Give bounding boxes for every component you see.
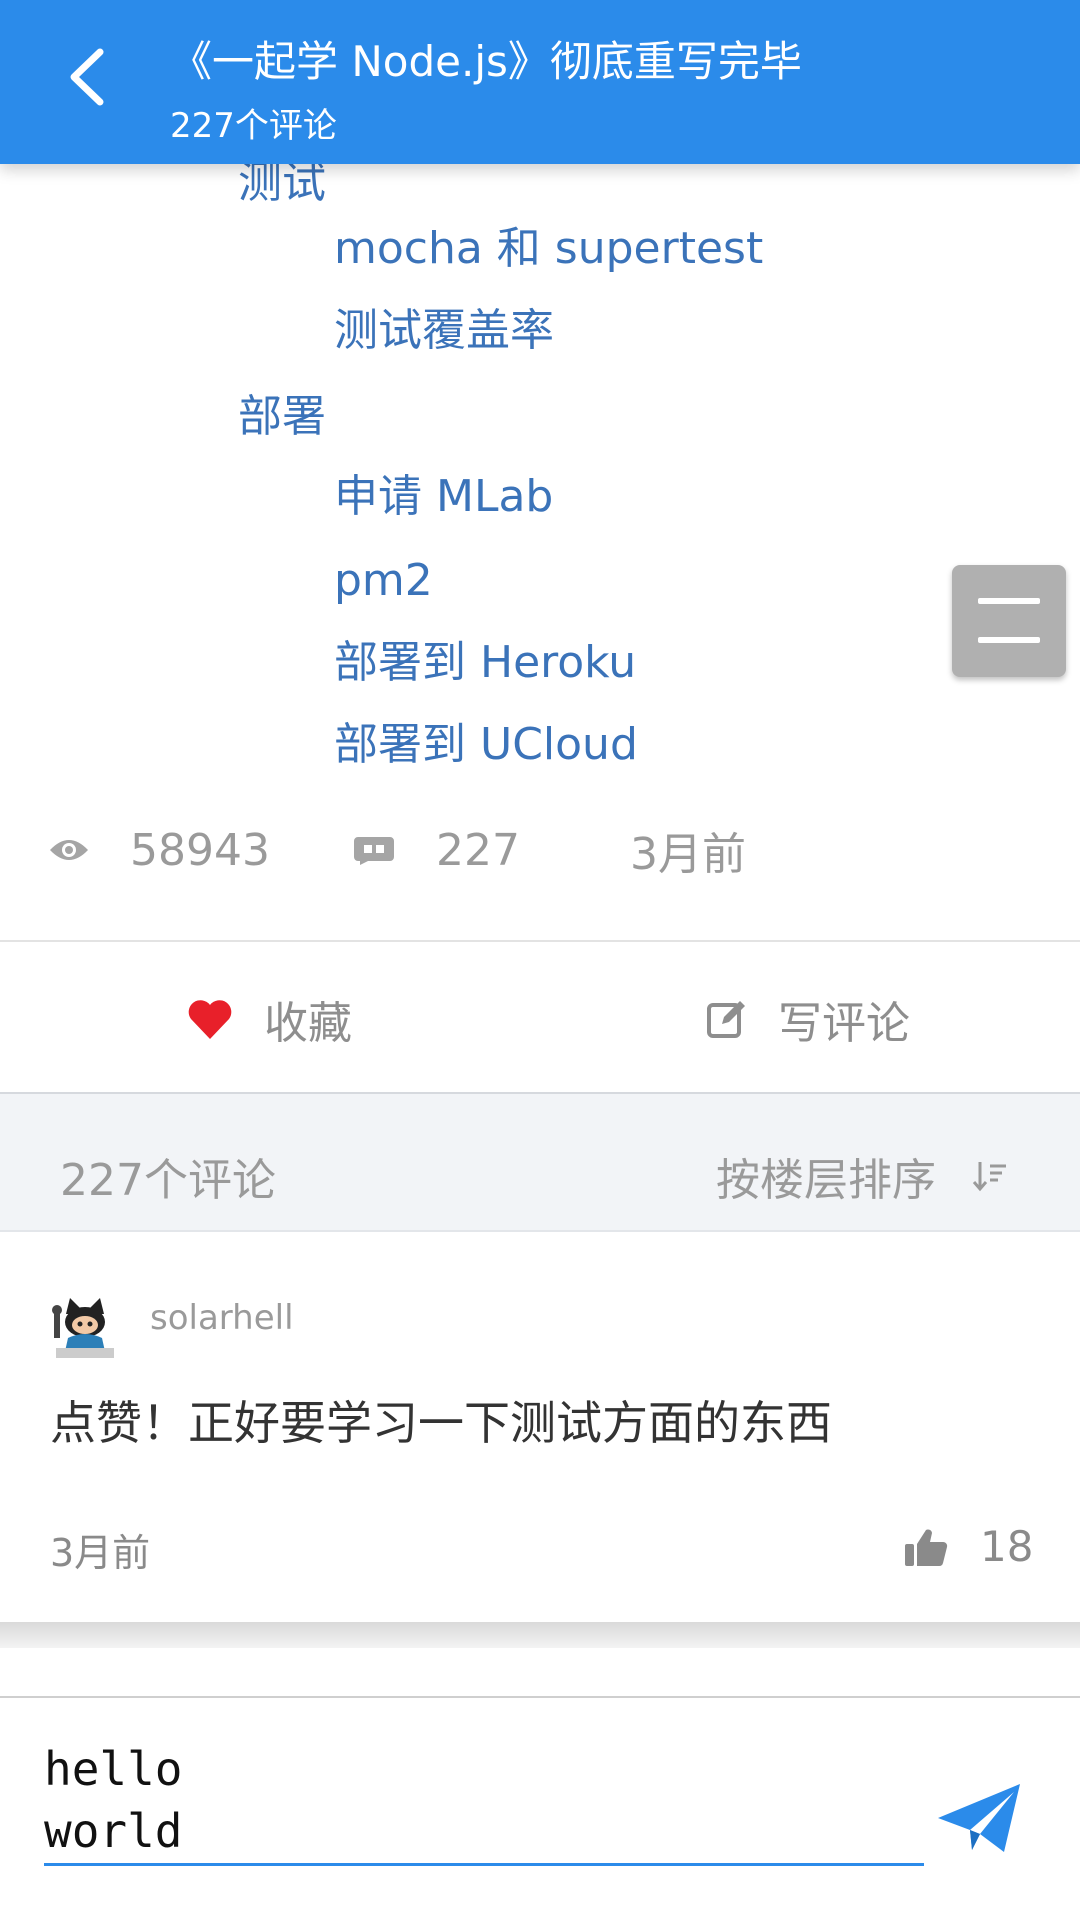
comment-input-bar	[0, 1696, 1080, 1920]
toc-item-testing[interactable]: 测试	[238, 164, 326, 210]
comments-count: 227	[436, 824, 520, 876]
post-time-text: 3月前	[630, 829, 746, 880]
send-button[interactable]	[934, 1778, 1024, 1858]
comment-card: solarhell 点赞！正好要学习一下测试方面的东西 3月前 18	[0, 1232, 1080, 1622]
edit-icon	[707, 1001, 745, 1038]
post-stats: 58943 227 3月前	[0, 820, 1080, 900]
back-arrow-icon	[70, 48, 104, 106]
table-of-contents: 测试 mocha 和 supertest 测试覆盖率 部署 申请 MLab pm…	[0, 164, 1080, 784]
toc-item-heroku[interactable]: 部署到 Heroku	[334, 636, 636, 690]
sort-icon	[972, 1162, 1006, 1192]
toc-item-pm2[interactable]: pm2	[334, 554, 433, 608]
comment-input[interactable]	[44, 1738, 924, 1866]
thumbs-up-icon	[905, 1528, 948, 1566]
comments-header: 227个评论 按楼层排序	[0, 1092, 1080, 1232]
sort-button[interactable]: 按楼层排序	[716, 1144, 1008, 1208]
views-stat: 58943	[48, 820, 270, 880]
toc-item-mocha-supertest[interactable]: mocha 和 supertest	[334, 222, 763, 276]
post-actions: 收藏 写评论	[0, 942, 1080, 1092]
toc-item-deploy[interactable]: 部署	[238, 390, 326, 444]
top-app-bar: 《一起学 Node.js》彻底重写完毕 227个评论	[0, 0, 1080, 164]
comment-time: 3月前	[50, 1531, 151, 1575]
comments-stat: 227	[352, 820, 520, 880]
heart-icon	[188, 1000, 232, 1039]
toc-item-mlab[interactable]: 申请 MLab	[334, 470, 553, 524]
eye-icon	[50, 840, 88, 860]
comment-icon	[354, 837, 394, 865]
octocat-avatar-icon	[50, 1292, 120, 1362]
comment-author[interactable]: solarhell	[150, 1298, 294, 1338]
write-comment-label: 写评论	[778, 998, 910, 1049]
next-comment-edge	[0, 1622, 1080, 1648]
page-subtitle: 227个评论	[170, 106, 337, 146]
floating-menu-button[interactable]	[952, 565, 1066, 677]
views-count: 58943	[130, 824, 270, 876]
toc-item-coverage[interactable]: 测试覆盖率	[334, 304, 554, 358]
comments-count-label: 227个评论	[60, 1155, 276, 1206]
favorite-label: 收藏	[264, 998, 352, 1049]
comment-text: 点赞！正好要学习一下测试方面的东西	[50, 1396, 832, 1450]
write-comment-button[interactable]: 写评论	[706, 987, 910, 1051]
back-button[interactable]	[58, 42, 118, 112]
page-title: 《一起学 Node.js》彻底重写完毕	[170, 37, 802, 86]
post-time: 3月前	[630, 820, 746, 880]
like-count: 18	[980, 1522, 1034, 1571]
favorite-button[interactable]: 收藏	[186, 987, 352, 1051]
toc-item-ucloud[interactable]: 部署到 UCloud	[334, 718, 638, 772]
app-screen: 《一起学 Node.js》彻底重写完毕 227个评论 测试 mocha 和 su…	[0, 0, 1080, 1920]
avatar[interactable]	[50, 1292, 120, 1362]
like-button[interactable]: 18	[904, 1522, 1033, 1571]
send-icon	[938, 1784, 1020, 1852]
sort-label: 按楼层排序	[716, 1155, 936, 1206]
